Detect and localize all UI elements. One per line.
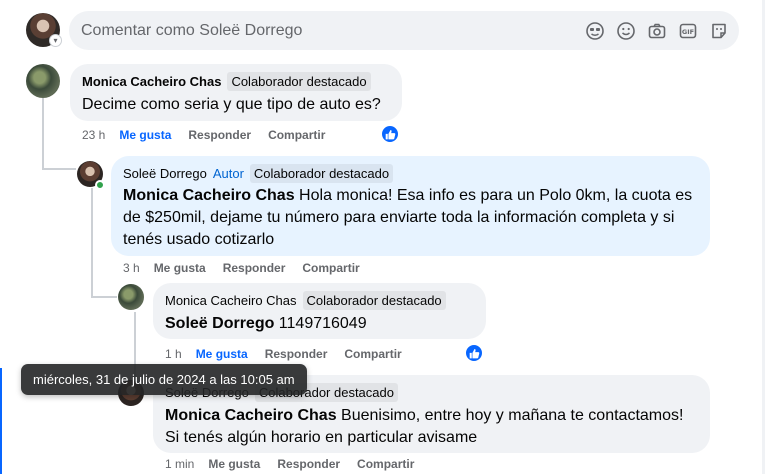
thread-line [91, 296, 117, 298]
status-badge: Colaborador destacado [249, 164, 394, 183]
share-button[interactable]: Compartir [344, 347, 401, 361]
status-badge: Colaborador destacado [227, 72, 371, 91]
reply-button[interactable]: Responder [188, 128, 251, 142]
comment-text-line: 1149716049 [274, 315, 367, 332]
comment-bubble: Monica Cacheiro Chas Colaborador destaca… [70, 64, 402, 121]
thread-line [91, 188, 93, 298]
reply-button[interactable]: Responder [265, 347, 328, 361]
comment-text: Decime como seria y que tipo de auto es? [82, 96, 381, 113]
comment-author[interactable]: Monica Cacheiro Chas [165, 293, 297, 308]
comment-text: Monica Cacheiro Chas Hola monica! Esa in… [123, 185, 698, 251]
chevron-down-icon[interactable]: ▾ [49, 34, 62, 47]
comment-text: Soleë Dorrego 1149716049 [165, 313, 474, 335]
comment-actions: 1 h Me gusta Responder Compartir [165, 347, 419, 361]
like-button[interactable]: Me gusta [196, 347, 248, 361]
share-button[interactable]: Compartir [302, 261, 359, 275]
comment-text-line: de $250mil, dejame tu número para enviar… [123, 209, 675, 226]
like-reaction-icon[interactable] [380, 124, 400, 144]
comment-text-line: Hola monica! Esa info es para un Polo 0k… [294, 187, 693, 204]
comment-bubble: Soleë Dorrego Autor Colaborador destacad… [111, 156, 710, 256]
avatar[interactable] [26, 64, 60, 98]
sticker-face-icon[interactable] [584, 20, 605, 41]
focus-accent [0, 368, 2, 474]
composer-toolbar: GIF [584, 20, 729, 41]
comment-text-line: tenés usado cotizarlo [123, 231, 275, 248]
comment-text: Monica Cacheiro Chas Buenisimo, entre ho… [165, 405, 698, 449]
comment-actions: 23 h Me gusta Responder Compartir [82, 128, 342, 142]
sticker-icon[interactable] [708, 20, 729, 41]
like-button[interactable]: Me gusta [154, 261, 206, 275]
like-button[interactable]: Me gusta [119, 128, 171, 142]
mention-link[interactable]: Soleë Dorrego [165, 315, 274, 332]
comment-bubble: Monica Cacheiro Chas Colaborador destaca… [153, 283, 486, 339]
like-button[interactable]: Me gusta [208, 457, 260, 471]
comment-author[interactable]: Monica Cacheiro Chas [82, 74, 221, 89]
share-button[interactable]: Compartir [268, 128, 325, 142]
reply-button[interactable]: Responder [223, 261, 286, 275]
comment-timestamp[interactable]: 23 h [82, 128, 105, 142]
comment-text-line: Si tenés algún horario en particular avi… [165, 429, 478, 446]
comment-text-line: Buenisimo, entre hoy y mañana te contact… [336, 407, 684, 424]
avatar[interactable] [118, 284, 144, 310]
comment-timestamp[interactable]: 3 h [123, 261, 140, 275]
comment-timestamp[interactable]: 1 h [165, 347, 182, 361]
reply-button[interactable]: Responder [277, 457, 340, 471]
camera-icon[interactable] [646, 20, 667, 41]
comment-timestamp[interactable]: 1 min [165, 457, 194, 471]
mention-link[interactable]: Monica Cacheiro Chas [123, 187, 295, 204]
comment-composer[interactable]: Comentar como Soleë Dorrego GIF [69, 11, 739, 50]
timestamp-tooltip: miércoles, 31 de julio de 2024 a las 10:… [21, 364, 307, 395]
author-tag: Autor [212, 166, 244, 181]
thread-line [42, 168, 76, 170]
comment-author[interactable]: Soleë Dorrego [123, 166, 207, 181]
emoji-icon[interactable] [615, 20, 636, 41]
status-badge: Colaborador destacado [302, 291, 446, 310]
thread-line [42, 98, 44, 170]
composer-placeholder: Comentar como Soleë Dorrego [81, 22, 303, 39]
online-status-indicator [95, 180, 105, 190]
svg-text:GIF: GIF [681, 28, 693, 36]
gif-icon[interactable]: GIF [677, 20, 698, 41]
comment-actions: 1 min Me gusta Responder Compartir [165, 457, 431, 471]
like-reaction-icon[interactable] [464, 343, 484, 363]
mention-link[interactable]: Monica Cacheiro Chas [165, 407, 337, 424]
share-button[interactable]: Compartir [357, 457, 414, 471]
comment-actions: 3 h Me gusta Responder Compartir [123, 261, 377, 275]
